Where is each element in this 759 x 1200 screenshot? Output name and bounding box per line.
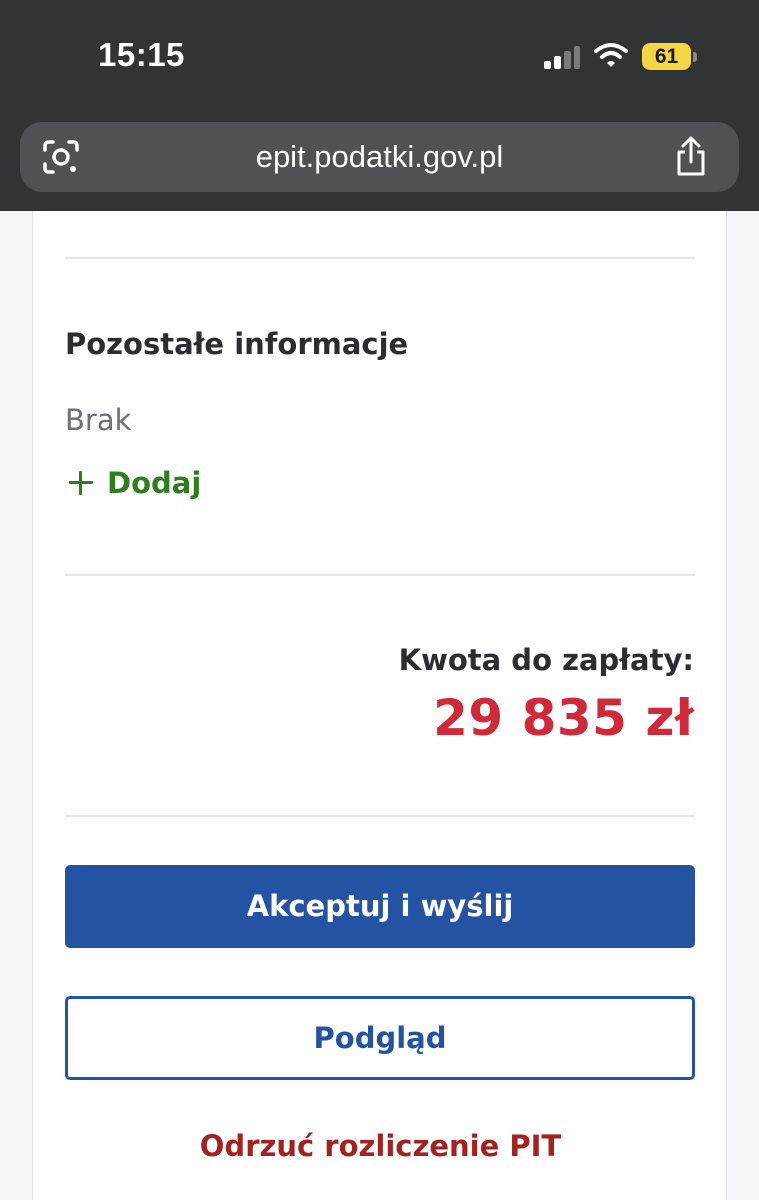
wifi-icon [594, 43, 628, 67]
divider [65, 257, 695, 259]
amount-due-label: Kwota do zapłaty: [398, 643, 694, 677]
status-icons: 61 [540, 40, 710, 74]
divider [65, 574, 695, 576]
share-icon[interactable] [674, 136, 708, 178]
cellular-signal-icon [544, 46, 580, 69]
plus-icon [69, 471, 93, 495]
page-content: Pozostałe informacje Brak Dodaj Kwota do… [0, 211, 759, 1200]
battery-indicator: 61 [642, 43, 691, 70]
url-text[interactable]: epit.podatki.gov.pl [20, 122, 739, 192]
browser-chrome: 15:15 61 epit.podatki.gov.pl [0, 0, 759, 211]
amount-due-value: 29 835 zł [433, 689, 694, 747]
battery-tip [693, 52, 697, 62]
summary-card: Pozostałe informacje Brak Dodaj Kwota do… [32, 211, 727, 1200]
add-button[interactable]: Dodaj [69, 463, 201, 503]
accept-and-send-button[interactable]: Akceptuj i wyślij [65, 865, 695, 948]
divider [65, 815, 695, 817]
add-button-label: Dodaj [107, 466, 202, 500]
section-title: Pozostałe informacje [65, 327, 409, 361]
preview-button[interactable]: Podgląd [65, 996, 695, 1080]
status-time: 15:15 [98, 36, 185, 73]
address-bar[interactable]: epit.podatki.gov.pl [20, 122, 739, 192]
empty-state-text: Brak [65, 403, 132, 437]
reject-pit-link[interactable]: Odrzuć rozliczenie PIT [33, 1129, 728, 1163]
